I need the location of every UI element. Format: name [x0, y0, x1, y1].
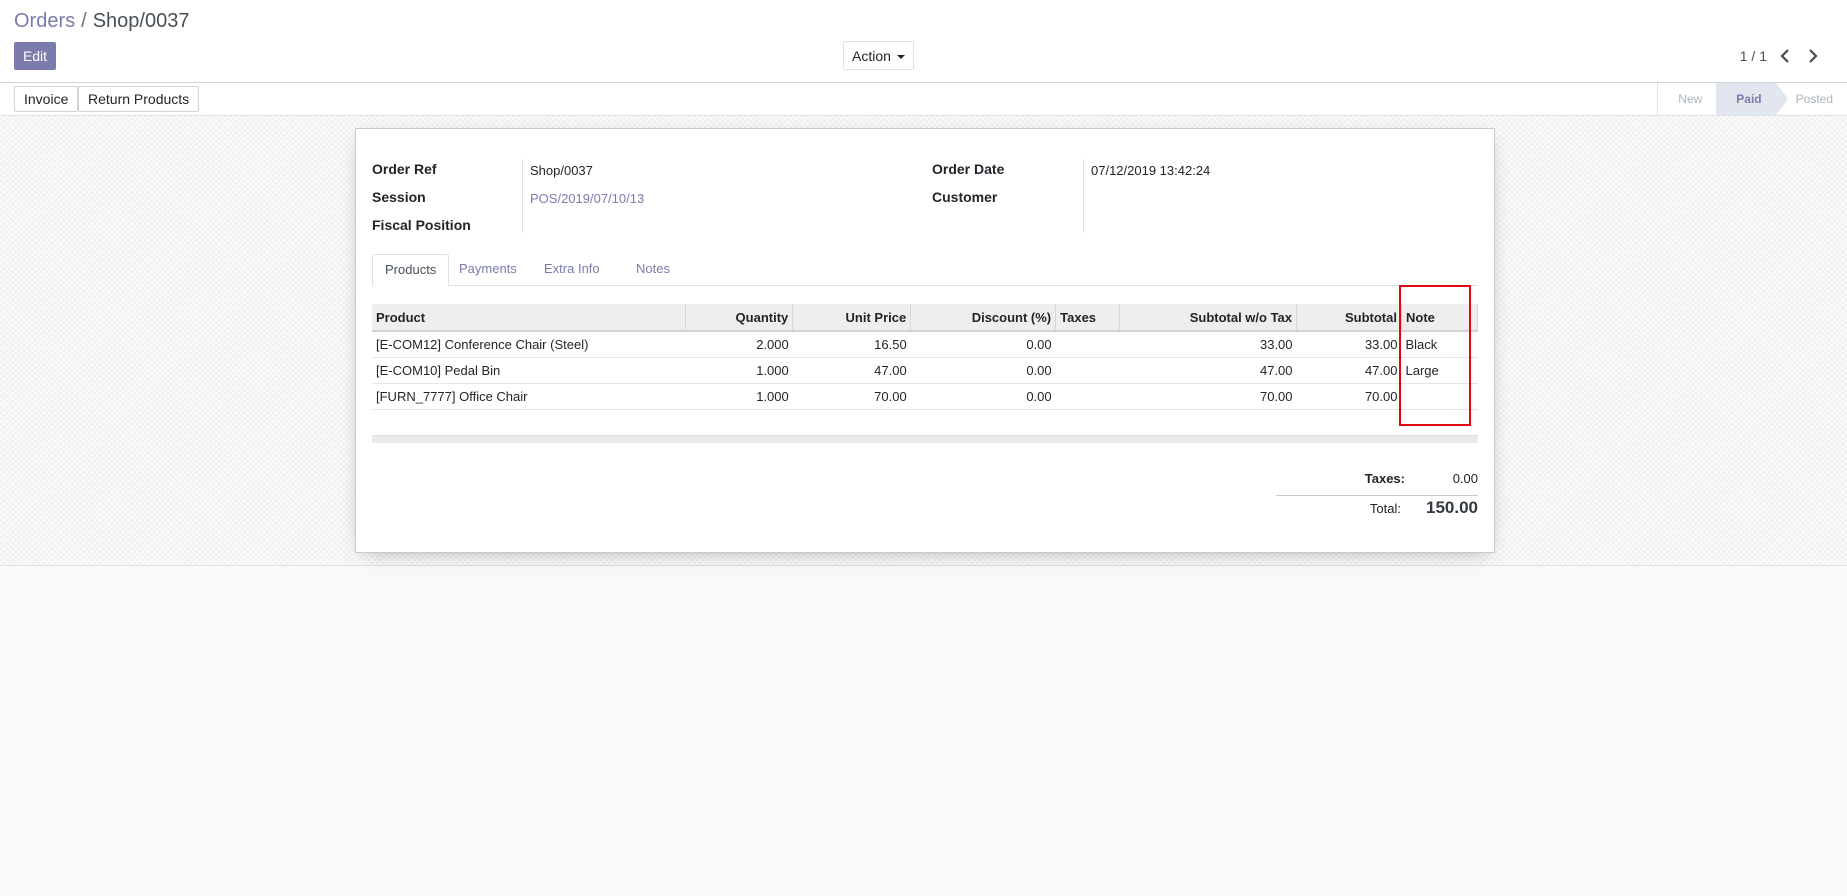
total-label: Total:	[1369, 501, 1401, 516]
breadcrumb-separator: /	[81, 10, 87, 32]
pager-next-button[interactable]	[1803, 47, 1823, 65]
column-header-discount[interactable]: Discount (%)	[910, 304, 1057, 332]
left-group-divider	[522, 159, 523, 233]
statusbar: Invoice Return Products New Paid Posted	[0, 83, 1847, 116]
edit-button[interactable]: Edit	[14, 42, 56, 70]
cell-discount: 0.00	[910, 383, 1056, 410]
invoice-button[interactable]: Invoice	[14, 86, 79, 112]
cell-product: [E-COM12] Conference Chair (Steel)	[372, 331, 686, 358]
fiscal-position-label: Fiscal Position	[372, 217, 471, 233]
taxes-value: 0.00	[1452, 471, 1478, 486]
chevron-right-icon	[1809, 49, 1818, 63]
column-header-unit-price[interactable]: Unit Price	[792, 304, 912, 332]
order-date-value: 07/12/2019 13:42:24	[1091, 163, 1211, 178]
cell-note: Black	[1401, 331, 1478, 358]
cell-subtotal-wo-tax: 33.00	[1119, 331, 1297, 358]
table-footer	[372, 435, 1478, 443]
stage-paid[interactable]: Paid	[1716, 83, 1789, 115]
breadcrumb-current: Shop/0037	[92, 10, 190, 32]
totals-divider	[1276, 495, 1478, 496]
cell-note: Large	[1401, 357, 1478, 384]
status-stages: New Paid Posted	[1657, 83, 1847, 115]
session-link[interactable]: POS/2019/07/10/13	[530, 191, 644, 206]
cell-discount: 0.00	[910, 331, 1056, 358]
table-header-row: Product Quantity Unit Price Discount (%)…	[372, 304, 1479, 332]
cell-subtotal: 47.00	[1296, 357, 1402, 384]
action-dropdown-button[interactable]: Action	[843, 41, 914, 70]
column-header-subtotal-wo-tax[interactable]: Subtotal w/o Tax	[1119, 304, 1298, 332]
breadcrumb-orders-link[interactable]: Orders	[14, 10, 75, 32]
stage-new[interactable]: New	[1658, 83, 1716, 115]
column-header-note[interactable]: Note	[1401, 304, 1479, 332]
cell-discount: 0.00	[910, 357, 1056, 384]
customer-label: Customer	[932, 189, 998, 205]
column-header-product[interactable]: Product	[372, 304, 687, 332]
taxes-label: Taxes:	[1364, 471, 1405, 486]
cell-subtotal-wo-tax: 47.00	[1119, 357, 1297, 384]
tab-payments[interactable]: Payments	[447, 254, 529, 285]
order-date-label: Order Date	[932, 161, 1005, 177]
cell-taxes	[1055, 357, 1120, 384]
session-label: Session	[372, 189, 426, 205]
cell-subtotal-wo-tax: 70.00	[1119, 383, 1297, 410]
cell-unit-price: 47.00	[792, 357, 911, 384]
breadcrumb: Orders / Shop/0037	[14, 10, 189, 33]
cell-product: [FURN_7777] Office Chair	[372, 383, 686, 410]
chevron-left-icon	[1780, 49, 1789, 63]
cell-subtotal: 70.00	[1296, 383, 1402, 410]
cell-unit-price: 16.50	[792, 331, 911, 358]
return-products-button[interactable]: Return Products	[78, 86, 200, 112]
order-ref-label: Order Ref	[372, 161, 437, 177]
order-lines-table: Product Quantity Unit Price Discount (%)…	[372, 304, 1479, 410]
tab-notes[interactable]: Notes	[624, 254, 682, 285]
cell-quantity: 2.000	[685, 331, 793, 358]
action-label: Action	[852, 47, 891, 64]
form-sheet: Order Ref Session Fiscal Position Shop/0…	[355, 128, 1495, 553]
table-row[interactable]: [FURN_7777] Office Chair 1.000 70.00 0.0…	[372, 383, 1478, 410]
cell-note	[1401, 383, 1478, 410]
right-group-divider	[1083, 159, 1084, 233]
column-header-quantity[interactable]: Quantity	[685, 304, 794, 332]
cell-product: [E-COM10] Pedal Bin	[372, 357, 686, 384]
column-header-taxes[interactable]: Taxes	[1055, 304, 1121, 332]
column-header-subtotal[interactable]: Subtotal	[1296, 304, 1402, 332]
table-row[interactable]: [E-COM10] Pedal Bin 1.000 47.00 0.00 47.…	[372, 357, 1478, 384]
cell-quantity: 1.000	[685, 357, 793, 384]
table-row[interactable]: [E-COM12] Conference Chair (Steel) 2.000…	[372, 331, 1478, 358]
tab-extra-info[interactable]: Extra Info	[532, 254, 612, 285]
cell-taxes	[1055, 383, 1120, 410]
cell-taxes	[1055, 331, 1120, 358]
order-ref-value: Shop/0037	[530, 163, 593, 178]
total-value: 150.00	[1426, 498, 1478, 517]
pager: 1 / 1	[1740, 47, 1823, 65]
cell-subtotal: 33.00	[1296, 331, 1402, 358]
cell-quantity: 1.000	[685, 383, 793, 410]
cell-unit-price: 70.00	[792, 383, 911, 410]
pager-previous-button[interactable]	[1775, 47, 1795, 65]
caret-down-icon	[896, 54, 905, 59]
control-panel: Orders / Shop/0037 Edit Action 1 / 1	[0, 0, 1847, 83]
tab-products[interactable]: Products	[372, 254, 450, 287]
notebook-tabs: Products Payments Extra Info Notes	[372, 254, 1478, 287]
pager-value[interactable]: 1 / 1	[1740, 48, 1767, 64]
